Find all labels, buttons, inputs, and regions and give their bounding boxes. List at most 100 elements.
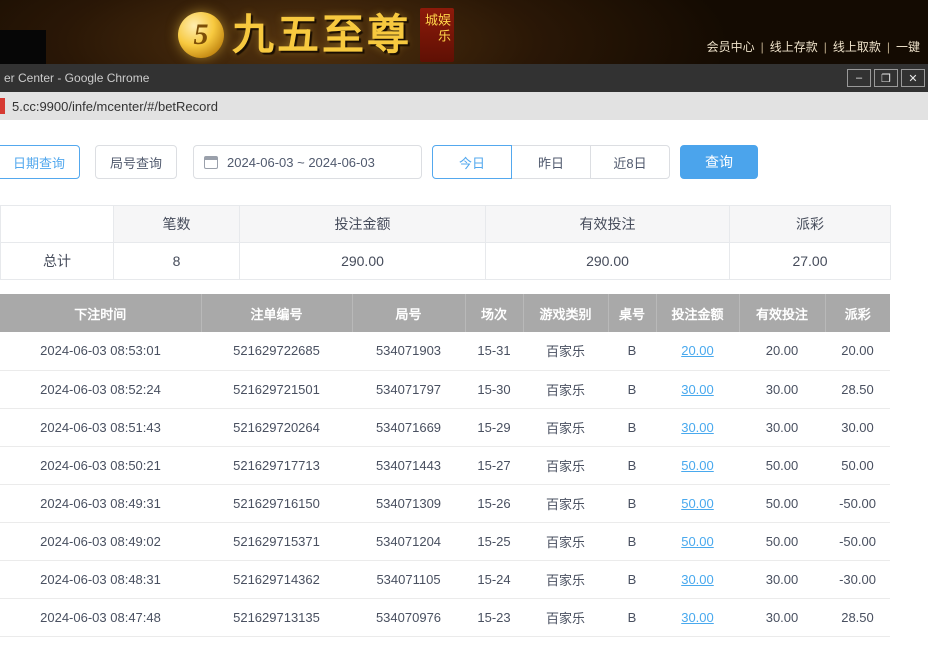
game-type-cell: 百家乐 [523,598,608,636]
bet-time-cell: 2024-06-03 08:49:31 [0,484,201,522]
date-query-tab[interactable]: 日期查询 [0,145,80,179]
valid-bet-cell: 20.00 [739,332,825,370]
casino-nav-link[interactable]: 会员中心 [707,40,755,54]
table-row: 2024-06-03 08:49:31521629716150534071309… [0,484,890,522]
summary-total-bet-amount: 290.00 [240,243,486,280]
summary-table: 笔数 投注金额 有效投注 派彩 总计 8 290.00 290.00 27.00 [0,205,891,280]
valid-bet-cell: 30.00 [739,598,825,636]
url-text: 5.cc:9900/infe/mcenter/#/betRecord [12,99,218,114]
browser-address-bar[interactable]: 5.cc:9900/infe/mcenter/#/betRecord [0,92,928,120]
search-button[interactable]: 查询 [680,145,758,179]
payout-cell: 20.00 [825,332,890,370]
order-number-cell: 521629721501 [201,370,352,408]
order-number-cell: 521629717713 [201,446,352,484]
casino-nav-link[interactable]: 线上取款 [833,40,881,54]
calendar-icon [204,156,218,169]
bet-amount-link[interactable]: 30.00 [681,420,714,435]
coin-logo-icon: 5 [178,12,224,58]
table-number-cell: B [608,598,656,636]
bet-amount-link[interactable]: 50.00 [681,534,714,549]
bet-amount-cell: 50.00 [656,522,739,560]
nav-separator: | [824,40,827,54]
nav-separator: | [887,40,890,54]
table-row: 2024-06-03 08:50:21521629717713534071443… [0,446,890,484]
table-number-cell: B [608,484,656,522]
session-cell: 15-25 [465,522,523,560]
payout-cell: -50.00 [825,484,890,522]
bet-amount-link[interactable]: 30.00 [681,610,714,625]
summary-header-row: 笔数 投注金额 有效投注 派彩 [1,206,891,243]
game-type-cell: 百家乐 [523,522,608,560]
session-cell: 15-23 [465,598,523,636]
session-cell: 15-31 [465,332,523,370]
round-number-cell: 534071204 [352,522,465,560]
bet-time-cell: 2024-06-03 08:49:02 [0,522,201,560]
bet-amount-cell: 30.00 [656,598,739,636]
game-type-cell: 百家乐 [523,560,608,598]
bet-table-body: 2024-06-03 08:53:01521629722685534071903… [0,332,890,636]
valid-bet-cell: 50.00 [739,446,825,484]
bet-amount-link[interactable]: 50.00 [681,458,714,473]
bet-time-cell: 2024-06-03 08:48:31 [0,560,201,598]
table-row: 2024-06-03 08:52:24521629721501534071797… [0,370,890,408]
table-number-cell: B [608,332,656,370]
payout-cell: 30.00 [825,408,890,446]
bet-amount-cell: 20.00 [656,332,739,370]
browser-titlebar[interactable]: er Center - Google Chrome – ❐ ✕ [0,64,928,92]
today-button[interactable]: 今日 [432,145,512,179]
bet-time-cell: 2024-06-03 08:47:48 [0,598,201,636]
date-range-value: 2024-06-03 ~ 2024-06-03 [227,155,375,170]
date-range-input[interactable]: 2024-06-03 ~ 2024-06-03 [193,145,422,179]
summary-header-count: 笔数 [114,206,240,243]
casino-site-header: 5 九五至尊 娱乐城 会员中心|线上存款|线上取款|一键 [0,0,928,64]
window-controls: – ❐ ✕ [844,69,928,87]
header-valid-bet: 有效投注 [739,294,825,332]
payout-cell: 50.00 [825,446,890,484]
header-round-number: 局号 [352,294,465,332]
round-number-cell: 534071797 [352,370,465,408]
round-number-cell: 534071309 [352,484,465,522]
round-number-cell: 534071443 [352,446,465,484]
bet-time-cell: 2024-06-03 08:51:43 [0,408,201,446]
table-number-cell: B [608,560,656,598]
round-number-cell: 534071669 [352,408,465,446]
header-bet-amount: 投注金额 [656,294,739,332]
casino-logo-badge: 娱乐城 [420,8,454,62]
bet-time-cell: 2024-06-03 08:53:01 [0,332,201,370]
round-number-cell: 534070976 [352,598,465,636]
bet-amount-link[interactable]: 50.00 [681,496,714,511]
payout-cell: 28.50 [825,598,890,636]
nav-separator: | [761,40,764,54]
favicon-fragment [0,98,5,114]
casino-nav: 会员中心 | 线上存款 | 线上取款 | 一键 [701,38,926,55]
minimize-button[interactable]: – [847,69,871,87]
bet-amount-cell: 50.00 [656,446,739,484]
casino-nav-link[interactable]: 一键 [896,40,920,54]
bet-amount-cell: 30.00 [656,370,739,408]
summary-blank-cell [1,206,114,243]
header-session: 场次 [465,294,523,332]
table-number-cell: B [608,408,656,446]
yesterday-button[interactable]: 昨日 [511,145,591,179]
bet-amount-link[interactable]: 30.00 [681,382,714,397]
table-row: 2024-06-03 08:53:01521629722685534071903… [0,332,890,370]
valid-bet-cell: 30.00 [739,370,825,408]
bet-time-cell: 2024-06-03 08:50:21 [0,446,201,484]
close-button[interactable]: ✕ [901,69,925,87]
casino-nav-link[interactable]: 线上存款 [770,40,818,54]
header-bet-time: 下注时间 [0,294,201,332]
maximize-button[interactable]: ❐ [874,69,898,87]
last-8-days-button[interactable]: 近8日 [590,145,670,179]
table-row: 2024-06-03 08:47:48521629713135534070976… [0,598,890,636]
order-number-cell: 521629716150 [201,484,352,522]
order-number-cell: 521629713135 [201,598,352,636]
bet-amount-link[interactable]: 20.00 [681,343,714,358]
summary-header-payout: 派彩 [730,206,891,243]
game-type-cell: 百家乐 [523,484,608,522]
valid-bet-cell: 30.00 [739,560,825,598]
table-number-cell: B [608,370,656,408]
bet-amount-cell: 50.00 [656,484,739,522]
bet-amount-link[interactable]: 30.00 [681,572,714,587]
round-number-cell: 534071903 [352,332,465,370]
round-query-tab[interactable]: 局号查询 [95,145,177,179]
